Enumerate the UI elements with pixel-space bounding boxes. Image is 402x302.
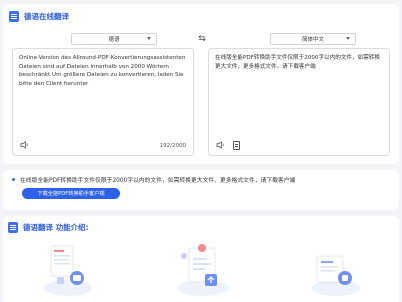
features-header: 德语翻译 功能介绍: — [8, 222, 89, 233]
source-text-area[interactable]: Online-Version des Allround-PDF-Konverti… — [12, 48, 194, 156]
translator-title: 德语在线翻译 — [24, 12, 69, 21]
target-language-select[interactable]: 简体中文 — [270, 33, 356, 45]
features-title: 德语翻译 功能介绍: — [23, 223, 89, 232]
format-convert-illustration — [312, 255, 360, 296]
speaker-icon[interactable] — [216, 141, 225, 149]
target-language-label: 简体中文 — [301, 37, 324, 43]
translated-text: 在线版全能PDF转换助手文件仅限于2000字以内的文件，如需转换更大文件，更多格… — [215, 55, 380, 70]
file-upload-illustration — [177, 244, 229, 296]
translator-card: 德语在线翻译 德语 ⇆ 简体中文 Online-Version des Allr… — [3, 4, 399, 164]
copy-icon[interactable] — [233, 141, 240, 150]
translator-header: 德语在线翻译 — [9, 11, 69, 22]
character-counter: 192/2000 — [159, 143, 186, 149]
speaker-icon[interactable] — [20, 141, 29, 149]
source-language-select[interactable]: 德语 — [71, 33, 157, 45]
source-language-label: 德语 — [108, 37, 120, 43]
document-icon — [8, 222, 18, 233]
chevron-down-icon — [147, 37, 151, 40]
bullet-dot — [12, 178, 15, 181]
source-text[interactable]: Online-Version des Allround-PDF-Konverti… — [19, 54, 187, 88]
translation-output-area: 在线版全能PDF转换助手文件仅限于2000字以内的文件，如需转换更大文件，更多格… — [208, 48, 390, 156]
chevron-down-icon — [346, 37, 350, 40]
download-client-button[interactable]: 下载全能PDF转换助手客户端 — [22, 188, 120, 199]
features-card: 德语翻译 功能介绍: — [3, 216, 399, 302]
swap-languages-icon[interactable]: ⇆ — [197, 34, 207, 44]
document-translate-illustration — [44, 245, 92, 296]
client-notice-card: 在线版全能PDF转换助手文件仅限于2000字以内的文件，如需转换更大文件、更多格… — [3, 170, 399, 210]
document-icon — [9, 11, 19, 22]
notice-text: 在线版全能PDF转换助手文件仅限于2000字以内的文件，如需转换更大文件、更多格… — [20, 178, 296, 184]
